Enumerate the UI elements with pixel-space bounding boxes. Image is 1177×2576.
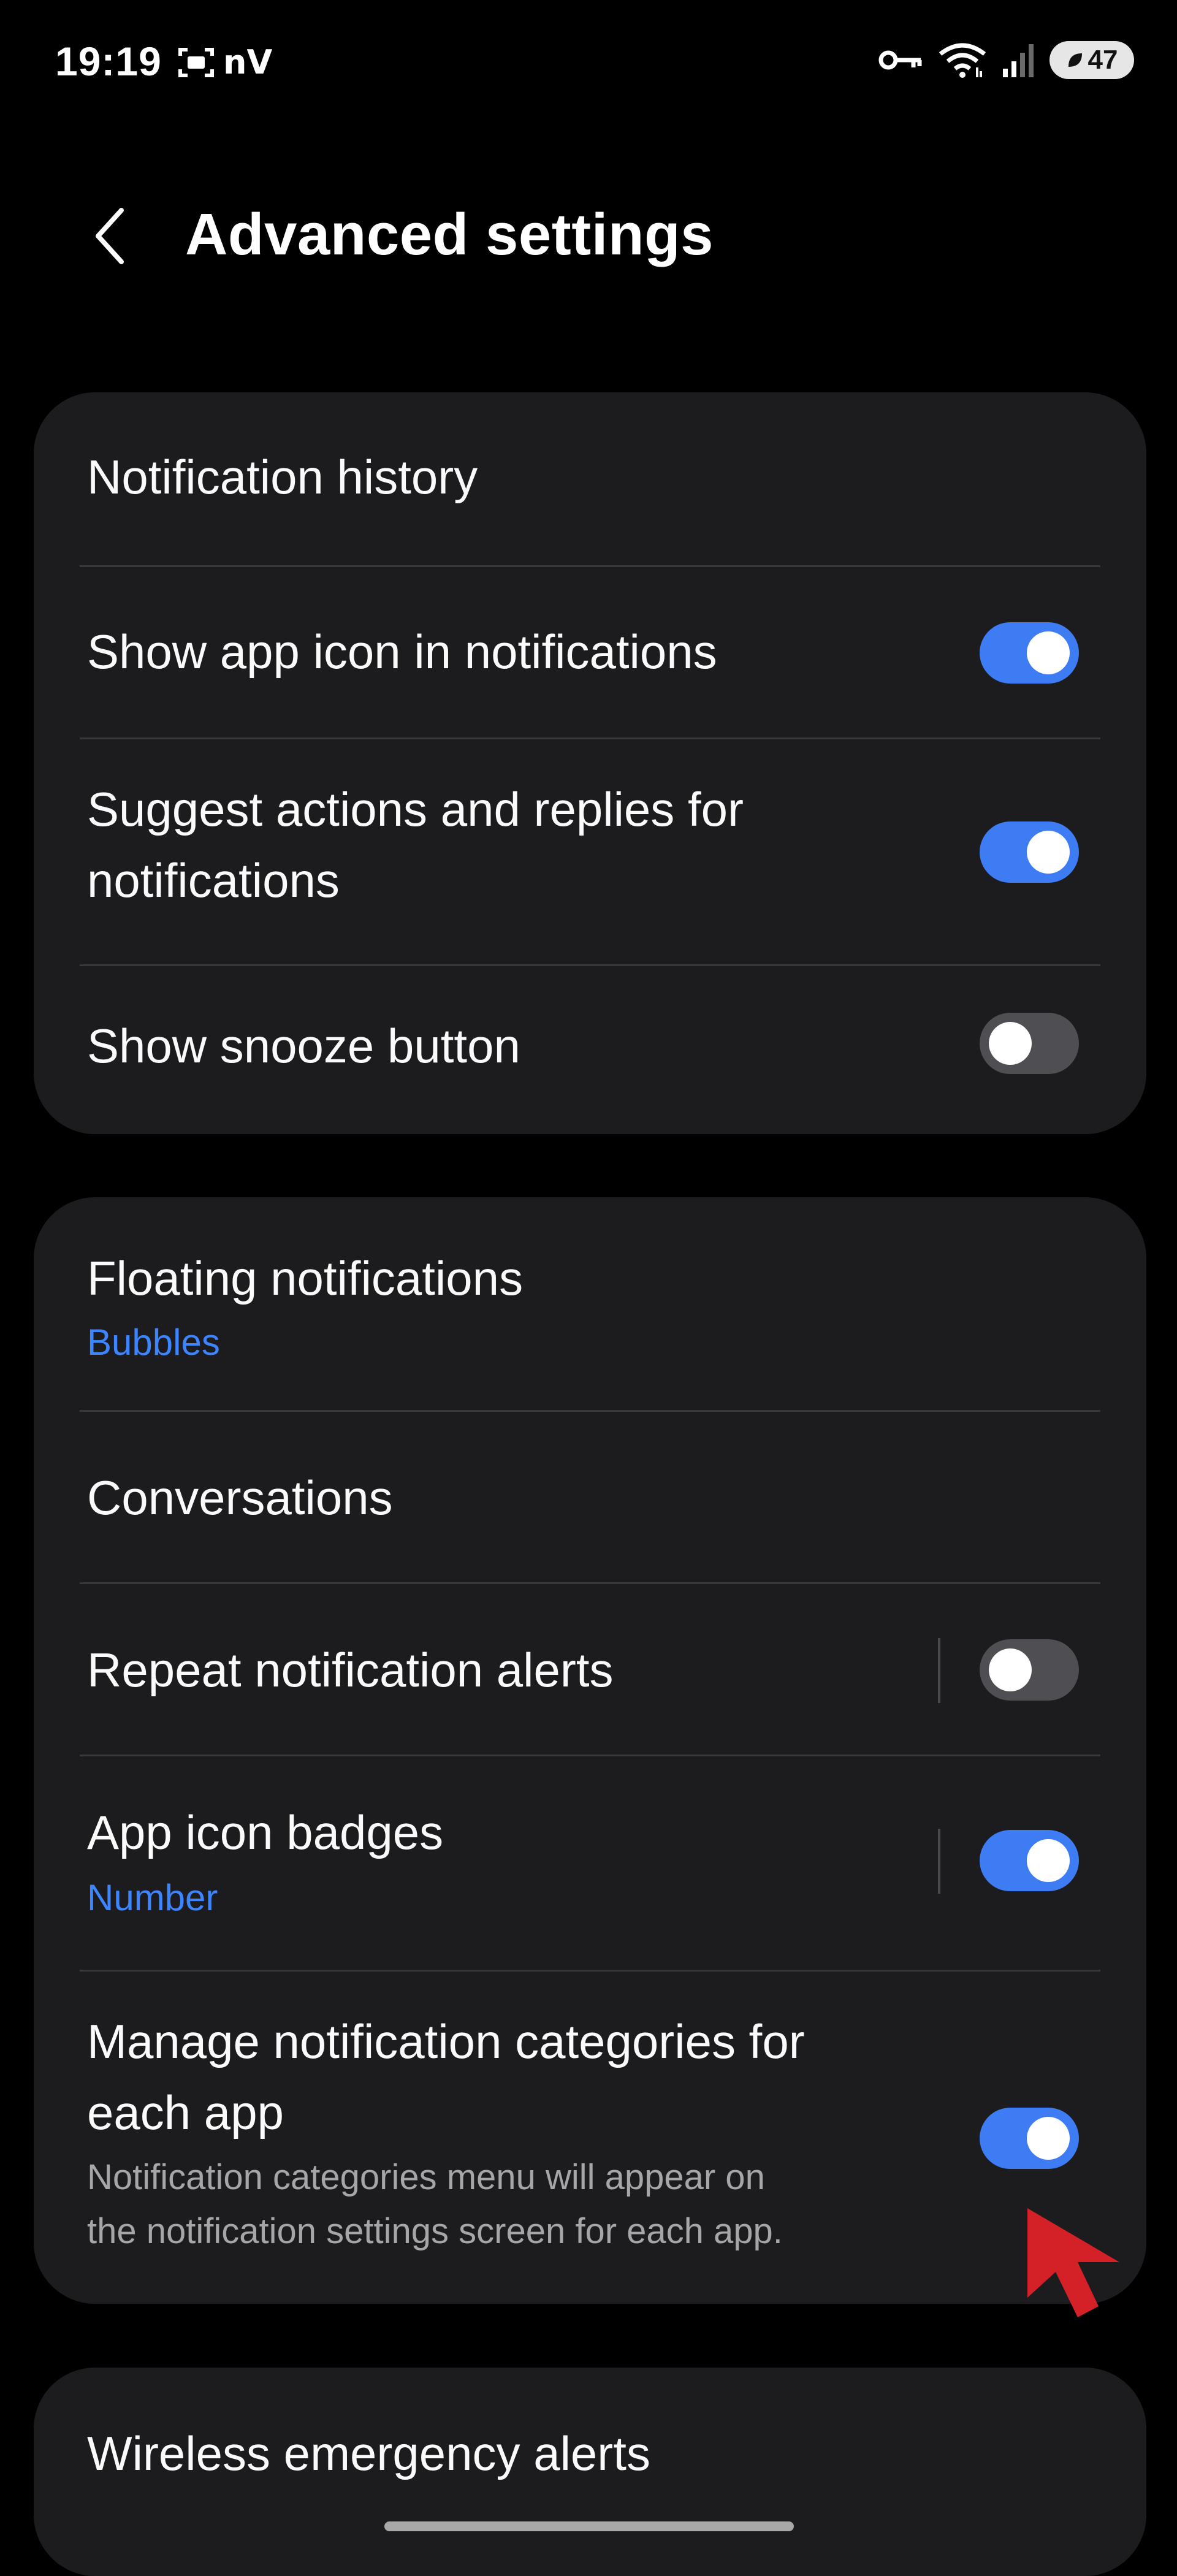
leaf-icon bbox=[1068, 53, 1082, 67]
vertical-separator bbox=[938, 1829, 940, 1894]
conversations-label: Conversations bbox=[87, 1471, 393, 1525]
snooze-button-toggle[interactable] bbox=[980, 1013, 1079, 1074]
floating-notifications-label: Floating notifications bbox=[87, 1251, 524, 1305]
show-app-icon-label: Show app icon in notifications bbox=[87, 625, 717, 679]
manage-categories-label-line1: Manage notification categories for bbox=[87, 2014, 805, 2068]
toggle-knob bbox=[989, 1022, 1032, 1065]
show-app-icon-row[interactable]: Show app icon in notifications bbox=[34, 567, 1146, 739]
notification-options-card: Notification history Show app icon in no… bbox=[34, 392, 1146, 1134]
chevron-left-icon bbox=[96, 208, 124, 264]
snooze-button-label: Show snooze button bbox=[87, 1019, 520, 1073]
status-bar: 19:19 nV 47 bbox=[0, 0, 1177, 123]
repeat-alerts-row[interactable]: Repeat notification alerts bbox=[34, 1584, 1146, 1756]
screen-record-icon bbox=[178, 47, 214, 77]
app-header: Advanced settings bbox=[0, 178, 1177, 300]
toggle-knob bbox=[1027, 1839, 1070, 1882]
app-icon-badges-toggle[interactable] bbox=[980, 1830, 1079, 1891]
wireless-alerts-label: Wireless emergency alerts bbox=[87, 2426, 650, 2480]
notification-history-row[interactable]: Notification history bbox=[34, 392, 1146, 565]
conversations-row[interactable]: Conversations bbox=[34, 1412, 1146, 1583]
manage-categories-label-line2: each app bbox=[87, 2086, 284, 2140]
status-time: 19:19 bbox=[55, 39, 162, 84]
toggle-knob bbox=[1027, 631, 1070, 674]
toggle-knob bbox=[1027, 2117, 1070, 2160]
app-icon-badges-value: Number bbox=[87, 1877, 218, 1918]
suggest-actions-label-line2: notifications bbox=[87, 853, 340, 907]
manage-categories-toggle[interactable] bbox=[980, 2108, 1079, 2169]
home-gesture-handle[interactable] bbox=[384, 2521, 794, 2531]
battery-level: 47 bbox=[1087, 45, 1118, 75]
signal-icon bbox=[1003, 44, 1034, 77]
show-app-icon-toggle[interactable] bbox=[980, 622, 1079, 684]
page-title: Advanced settings bbox=[185, 202, 714, 267]
app-icon-badges-row[interactable]: App icon badges Number bbox=[34, 1756, 1146, 1971]
floating-notifications-row[interactable]: Floating notifications Bubbles bbox=[34, 1197, 1146, 1412]
repeat-alerts-label: Repeat notification alerts bbox=[87, 1643, 614, 1697]
toggle-knob bbox=[989, 1648, 1032, 1691]
emergency-alerts-card: Wireless emergency alerts bbox=[34, 2368, 1146, 2576]
notification-history-label: Notification history bbox=[87, 450, 478, 504]
toggle-knob bbox=[1027, 831, 1070, 874]
floating-notifications-value: Bubbles bbox=[87, 1322, 220, 1363]
wifi-icon bbox=[939, 43, 986, 78]
notification-behavior-card: Floating notifications Bubbles Conversat… bbox=[34, 1197, 1146, 2304]
carrier-badge: nV bbox=[223, 43, 273, 82]
battery-icon: 47 bbox=[1049, 41, 1134, 79]
repeat-alerts-toggle[interactable] bbox=[980, 1639, 1079, 1701]
vertical-separator bbox=[938, 1638, 940, 1703]
suggest-actions-label-line1: Suggest actions and replies for bbox=[87, 782, 744, 836]
manage-categories-desc-line2: the notification settings screen for eac… bbox=[87, 2211, 783, 2251]
manage-categories-desc-line1: Notification categories menu will appear… bbox=[87, 2157, 765, 2197]
back-button[interactable] bbox=[80, 202, 141, 270]
status-icons-left: nV bbox=[178, 43, 272, 82]
cursor-arrow-icon bbox=[1027, 2208, 1119, 2317]
suggest-actions-toggle[interactable] bbox=[980, 821, 1079, 883]
status-icons-right: 47 bbox=[878, 40, 1134, 80]
key-icon bbox=[878, 50, 922, 70]
snooze-button-row[interactable]: Show snooze button bbox=[34, 966, 1146, 1134]
suggest-actions-row[interactable]: Suggest actions and replies for notifica… bbox=[34, 739, 1146, 966]
manage-categories-row[interactable]: Manage notification categories for each … bbox=[34, 1972, 1146, 2304]
app-icon-badges-label: App icon badges bbox=[87, 1805, 444, 1859]
